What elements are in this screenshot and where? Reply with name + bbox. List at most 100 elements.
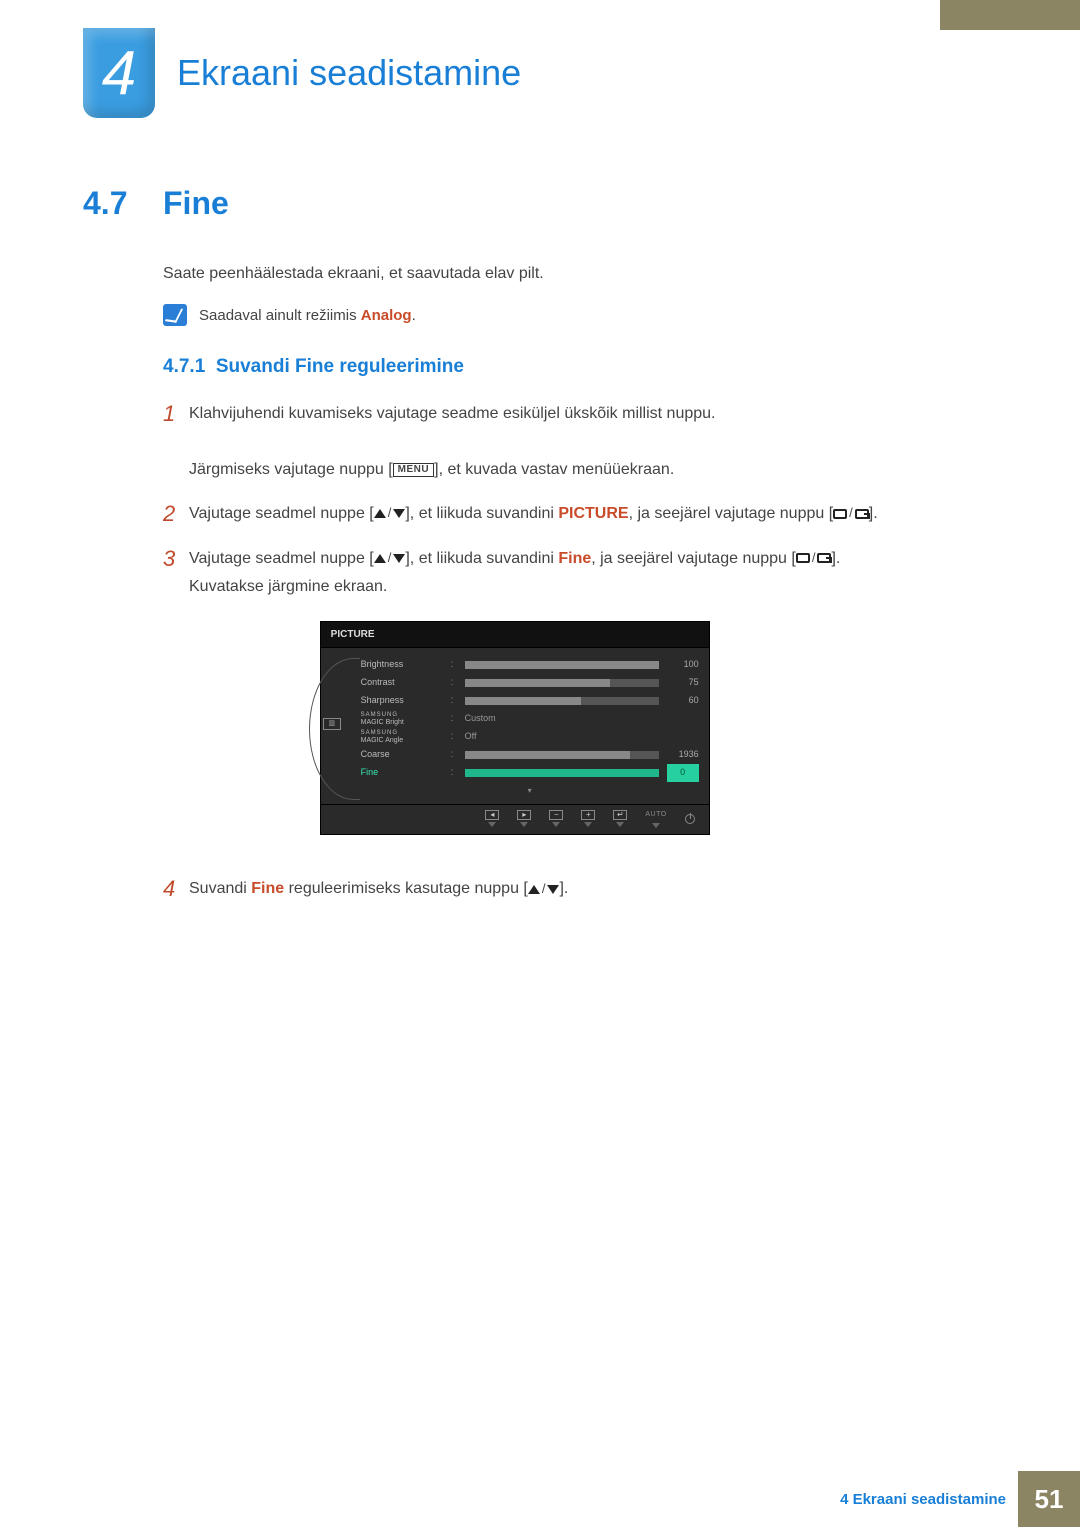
footer-chapter-label: 4 Ekraani seadistamine [840, 1491, 1006, 1508]
osd-value: 75 [667, 675, 699, 691]
osd-colon: : [451, 710, 457, 728]
up-down-icon: / [374, 547, 406, 570]
osd-row-brightness: Brightness : 100 [361, 656, 699, 674]
osd-colon: : [451, 728, 457, 746]
osd-label: Sharpness [361, 693, 443, 709]
osd-power-icon [685, 814, 695, 824]
up-down-icon: / [528, 878, 560, 901]
step-list: 1 Klahvijuhendi kuvamiseks vajutage sead… [163, 400, 1003, 904]
osd-value: 100 [667, 657, 699, 673]
osd-screenshot: PICTURE ▥ Brightness : 100 [320, 621, 710, 836]
osd-row-sharpness: Sharpness : 60 [361, 692, 699, 710]
step3-tail: Kuvatakse järgmine ekraan. [189, 578, 387, 595]
step-body: Vajutage seadmel nuppe [ / ], et liikuda s… [189, 500, 878, 529]
osd-label: Brightness [361, 657, 443, 673]
osd-colon: : [451, 764, 457, 782]
osd-more-indicator-icon: ▾ [361, 784, 699, 798]
osd-value: 0 [667, 764, 699, 782]
page-content: 4.7 Fine Saate peenhäälestada ekraani, e… [83, 185, 1003, 920]
section-title: Fine [163, 185, 229, 222]
osd-minus-icon: − [549, 810, 563, 827]
subsection-title: Suvandi Fine reguleerimine [216, 356, 464, 377]
osd-body: ▥ Brightness : 100 Contrast : [321, 648, 709, 804]
osd-magic: MAGIC [361, 719, 384, 726]
note-row: Saadaval ainult režiimis Analog. [163, 304, 1003, 326]
step4-end: ]. [559, 880, 568, 897]
step3-mid: ], et liikuda suvandini [405, 550, 558, 567]
step3-highlight: Fine [558, 550, 591, 567]
step1-line2-pre: Järgmiseks vajutage nuppu [ [189, 461, 393, 478]
osd-colon: : [451, 746, 457, 764]
osd-magic: MAGIC [361, 737, 384, 744]
osd-footer: ◂ ▸ − + ↵ AUTO [321, 804, 709, 834]
step-number: 3 [163, 545, 189, 860]
subsection-heading: 4.7.1 Suvandi Fine reguleerimine [163, 356, 1003, 378]
osd-row-magic-angle: SAMSUNGMAGIC Angle : Off [361, 728, 699, 746]
step-3: 3 Vajutage seadmel nuppe [/], et liikuda… [163, 545, 1003, 860]
step-number: 2 [163, 500, 189, 529]
osd-rows: Brightness : 100 Contrast : 75 [361, 656, 699, 798]
page-footer: 4 Ekraani seadistamine 51 [0, 1471, 1080, 1527]
chapter-title: Ekraani seadistamine [177, 52, 521, 94]
osd-colon: : [451, 692, 457, 710]
osd-side-icon: ▥ [323, 718, 341, 730]
step3-pre: Vajutage seadmel nuppe [ [189, 550, 374, 567]
osd-sublabel: Bright [386, 719, 404, 726]
step1-line2-post: ], et kuvada vastav menüüekraan. [434, 461, 674, 478]
osd-nav-right-icon: ▸ [517, 810, 531, 827]
osd-colon: : [451, 656, 457, 674]
osd-slider [465, 751, 659, 759]
section-heading: 4.7 Fine [83, 185, 1003, 222]
menu-button-glyph: MENU [393, 463, 434, 477]
step-2: 2 Vajutage seadmel nuppe [ / ], et liikuda… [163, 500, 1003, 529]
step-number: 1 [163, 400, 189, 484]
enter-source-icon: / [796, 547, 832, 570]
chapter-number-badge: 4 [83, 28, 155, 118]
step-body: Klahvijuhendi kuvamiseks vajutage seadme… [189, 400, 715, 484]
osd-value: 1936 [667, 747, 699, 763]
step4-mid: reguleerimiseks kasutage nuppu [ [284, 880, 528, 897]
footer-page-number: 51 [1018, 1471, 1080, 1527]
step4-highlight: Fine [251, 880, 284, 897]
osd-plus-icon: + [581, 810, 595, 827]
osd-slider [465, 697, 659, 705]
osd-row-fine: Fine : 0 [361, 764, 699, 782]
osd-decorative-arc: ▥ [331, 656, 361, 798]
step2-mid: ], et liikuda suvandini [405, 505, 558, 522]
step2-post: , ja seejärel vajutage nuppu [ [629, 505, 834, 522]
note-icon [163, 304, 187, 326]
note-prefix: Saadaval ainult režiimis [199, 307, 361, 324]
section-number: 4.7 [83, 185, 163, 222]
step3-post: , ja seejärel vajutage nuppu [ [591, 550, 796, 567]
step2-pre: Vajutage seadmel nuppe [ [189, 505, 374, 522]
osd-slider [465, 769, 659, 777]
step-4: 4 Suvandi Fine reguleerimiseks kasutage … [163, 875, 1003, 904]
intro-text: Saate peenhäälestada ekraani, et saavuta… [163, 262, 1003, 286]
osd-slider [465, 661, 659, 669]
step-body: Vajutage seadmel nuppe [/], et liikuda s… [189, 545, 840, 860]
osd-row-contrast: Contrast : 75 [361, 674, 699, 692]
osd-label: Coarse [361, 747, 443, 763]
step2-highlight: PICTURE [558, 505, 628, 522]
osd-label: SAMSUNGMAGIC Angle [361, 730, 443, 744]
step1-line1: Klahvijuhendi kuvamiseks vajutage seadme… [189, 405, 715, 422]
osd-title: PICTURE [321, 622, 709, 649]
step3-end: ]. [831, 550, 840, 567]
step4-pre: Suvandi [189, 880, 251, 897]
osd-text-value: Off [465, 729, 659, 745]
osd-nav-left-icon: ◂ [485, 810, 499, 827]
enter-source-icon: / [833, 502, 869, 525]
step2-end: ]. [869, 505, 878, 522]
osd-value: 60 [667, 693, 699, 709]
osd-row-coarse: Coarse : 1936 [361, 746, 699, 764]
note-highlight: Analog [361, 307, 412, 324]
chapter-header: 4 Ekraani seadistamine [83, 28, 521, 118]
note-text: Saadaval ainult režiimis Analog. [199, 307, 416, 324]
osd-enter-icon: ↵ [613, 810, 627, 827]
subsection-number: 4.7.1 [163, 356, 205, 377]
osd-colon: : [451, 674, 457, 692]
step-body: Suvandi Fine reguleerimiseks kasutage nu… [189, 875, 568, 904]
osd-row-magic-bright: SAMSUNGMAGIC Bright : Custom [361, 710, 699, 728]
osd-auto-button: AUTO [645, 809, 666, 828]
osd-label: Fine [361, 765, 443, 781]
